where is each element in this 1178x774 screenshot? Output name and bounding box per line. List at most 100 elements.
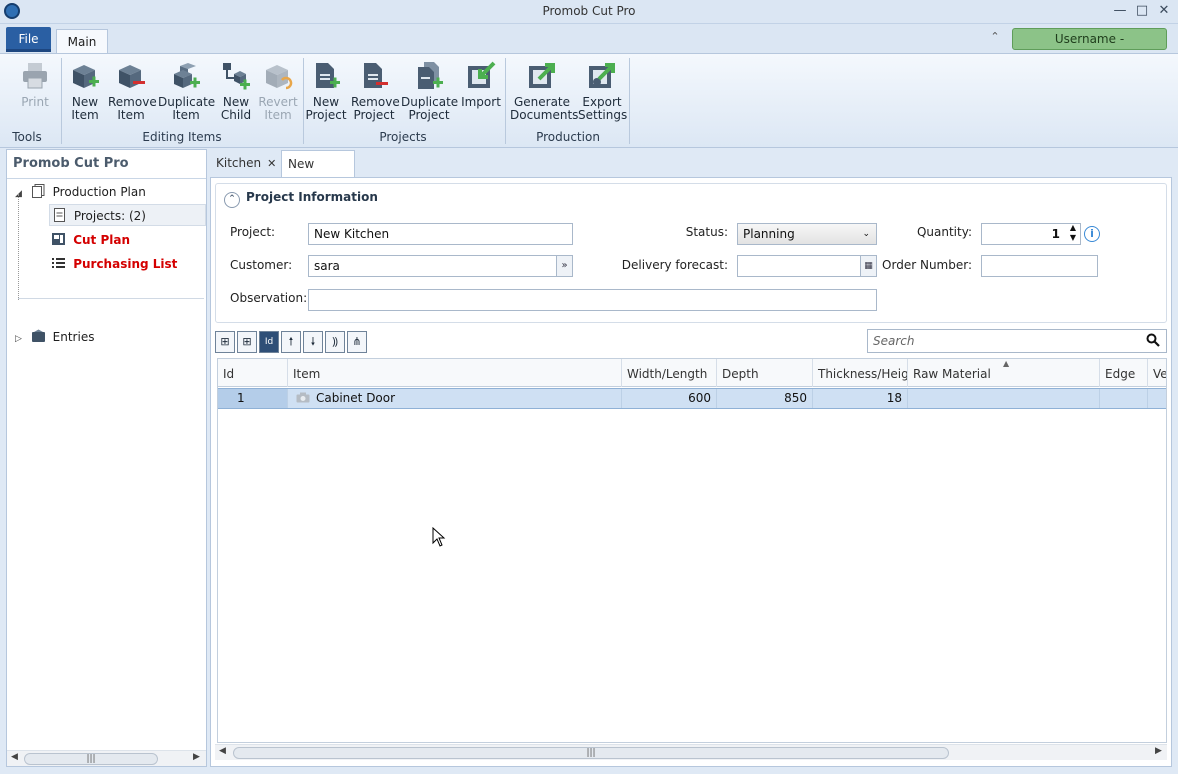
duplicate-item-label: Duplicate Item (158, 95, 216, 122)
project-name-field[interactable]: New Kitchen (308, 223, 573, 245)
tree-item-entries[interactable]: ▷ Entries (15, 326, 94, 348)
table-row[interactable]: 1 Cabinet Door 600 850 18 (218, 388, 1166, 409)
cell-depth[interactable]: 850 (717, 389, 813, 408)
id-button[interactable]: Id (259, 331, 279, 353)
revert-item-button[interactable]: Revert Item (258, 60, 298, 126)
delivery-forecast-field[interactable]: ▦ (737, 255, 877, 277)
scroll-right-icon[interactable]: ▶ (193, 752, 200, 762)
cell-raw-material[interactable] (908, 389, 1100, 408)
cell-width[interactable]: 600 (622, 389, 717, 408)
tree-label-purchasing-list: Purchasing List (73, 257, 178, 271)
observation-field[interactable] (308, 289, 877, 311)
search-icon[interactable] (1146, 333, 1160, 347)
split-button[interactable]: ⋔ (347, 331, 367, 353)
cell-vei[interactable] (1148, 389, 1166, 408)
tab-kitchen-label: Kitchen (216, 156, 262, 170)
tab-new-kitchen[interactable]: New Kitchen✕ (281, 150, 356, 197)
column-header-item[interactable]: Item (288, 359, 622, 387)
cell-id[interactable]: 1 (218, 389, 288, 408)
duplicate-project-icon (418, 62, 443, 89)
column-header-vei[interactable]: Vei (1148, 359, 1166, 387)
column-header-id[interactable]: Id (218, 359, 288, 387)
close-icon[interactable]: ✕ (1154, 2, 1174, 20)
scrollbar-thumb[interactable]: ||| (24, 753, 158, 765)
scrollbar-thumb[interactable]: ||| (233, 747, 949, 759)
new-child-button[interactable]: New Child (218, 60, 254, 126)
collapse-section-icon[interactable]: ⌃ (224, 192, 240, 208)
grid-horizontal-scrollbar[interactable]: ◀ ||| ▶ (215, 744, 1167, 760)
quantity-value: 1 (1051, 227, 1060, 241)
duplicate-project-button[interactable]: Duplicate Project (401, 60, 458, 126)
project-label: Project: (230, 225, 276, 239)
project-information-header[interactable]: ⌃ Project Information (224, 190, 378, 208)
status-select[interactable]: Planning ⌄ (737, 223, 877, 245)
sidebar-horizontal-scrollbar[interactable]: ◀ ||| ▶ (7, 750, 206, 766)
new-project-icon (316, 63, 340, 88)
new-child-icon (223, 63, 250, 90)
user-badge[interactable]: Username - Documentação (1012, 28, 1167, 66)
group-separator (505, 58, 506, 144)
tab-file[interactable]: File (6, 27, 51, 52)
scroll-left-icon[interactable]: ◀ (219, 746, 226, 756)
print-label: Print (21, 95, 49, 109)
remove-project-button[interactable]: Remove Project (351, 60, 400, 126)
collapse-triangle-icon[interactable]: ◢ (15, 183, 27, 205)
sort-indicator-icon: ▲ (1003, 359, 1010, 368)
order-number-field[interactable] (981, 255, 1098, 277)
scroll-right-icon[interactable]: ▶ (1155, 746, 1162, 756)
stepper-arrows-icon[interactable]: ▲ ▼ (1070, 223, 1076, 243)
move-up-button[interactable]: 🠕 (281, 331, 301, 353)
cut-plan-icon (52, 233, 65, 245)
move-down-button[interactable]: 🠗 (303, 331, 323, 353)
merge-button[interactable]: ⸩ (325, 331, 345, 353)
column-header-edge[interactable]: Edge (1100, 359, 1148, 387)
remove-item-icon (119, 65, 145, 88)
info-icon[interactable]: i (1084, 226, 1100, 242)
project-information-title: Project Information (246, 190, 378, 204)
tree-item-projects[interactable]: Projects: (2) (49, 204, 206, 226)
delivery-forecast-label: Delivery forecast: (621, 258, 728, 272)
duplicate-item-button[interactable]: Duplicate Item (158, 60, 216, 126)
column-header-width[interactable]: Width/Length (622, 359, 717, 387)
maximize-icon[interactable]: □ (1132, 2, 1152, 20)
search-input[interactable]: Search (867, 329, 1167, 353)
tree-item-production-plan[interactable]: ◢ Production Plan (15, 181, 146, 203)
new-project-button[interactable]: New Project (305, 60, 347, 126)
cell-item[interactable]: Cabinet Door (288, 389, 622, 408)
window-title: Promob Cut Pro (542, 4, 636, 18)
minimize-icon[interactable]: — (1110, 2, 1130, 20)
expand-all-button[interactable]: ⊞ (215, 331, 235, 353)
import-button[interactable]: Import (461, 60, 501, 126)
observation-label: Observation: (230, 291, 308, 305)
tab-kitchen[interactable]: Kitchen ✕ (210, 150, 282, 177)
column-header-depth[interactable]: Depth (717, 359, 813, 387)
generate-documents-button[interactable]: Generate Documents (510, 60, 578, 126)
quantity-stepper[interactable]: 1 ▲ ▼ (981, 223, 1081, 245)
tab-main[interactable]: Main (56, 29, 108, 54)
tree-label-projects: Projects: (2) (73, 209, 146, 223)
cell-edge[interactable] (1100, 389, 1148, 408)
customer-value: sara (314, 259, 340, 273)
tree-item-purchasing-list[interactable]: Purchasing List (51, 253, 177, 275)
import-icon (468, 61, 496, 88)
column-header-thickness[interactable]: Thickness/Heigh (813, 359, 908, 387)
new-item-button[interactable]: New Item (66, 60, 104, 126)
divider (18, 298, 204, 299)
tree-item-cut-plan[interactable]: Cut Plan (51, 229, 130, 251)
ribbon-tab-row: File Main ⌃ Username - Documentação (0, 24, 1178, 66)
customer-field[interactable]: sara » (308, 255, 573, 277)
print-button[interactable]: Print (14, 60, 56, 126)
collapse-ribbon-icon[interactable]: ⌃ (986, 30, 1004, 48)
expand-triangle-icon[interactable]: ▷ (15, 328, 27, 350)
cell-thickness[interactable]: 18 (813, 389, 908, 408)
group-separator (61, 58, 62, 144)
calendar-icon[interactable]: ▦ (860, 256, 876, 276)
close-tab-icon[interactable]: ✕ (267, 157, 276, 170)
customer-dropdown-icon[interactable]: » (556, 256, 572, 276)
add-row-button[interactable]: ⊞ (237, 331, 257, 353)
group-label-production: Production (536, 130, 600, 144)
scroll-left-icon[interactable]: ◀ (11, 752, 18, 762)
remove-item-button[interactable]: Remove Item (108, 60, 157, 126)
export-settings-button[interactable]: Export Settings (578, 60, 627, 126)
printer-icon (23, 63, 47, 89)
